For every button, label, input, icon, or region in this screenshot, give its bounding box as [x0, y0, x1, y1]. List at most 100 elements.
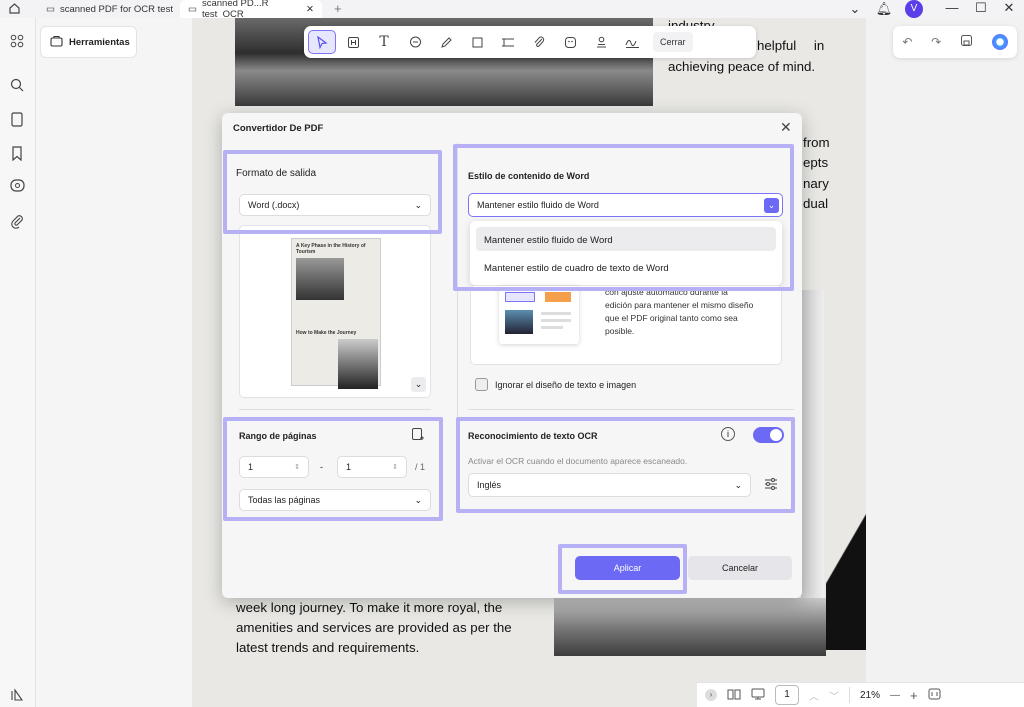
text-tool-icon[interactable]: T	[370, 30, 398, 54]
preview-eiffel-image	[338, 339, 378, 389]
zoom-out-icon[interactable]: —	[890, 690, 900, 701]
pen-tool-icon[interactable]	[432, 30, 460, 54]
title-bar: ▭ scanned PDF for OCR test ▭ scanned PD.…	[0, 0, 1024, 20]
attachment-icon[interactable]	[10, 214, 26, 230]
dialog-title: Convertidor De PDF	[233, 123, 324, 134]
close-icon[interactable]: ✕	[780, 119, 792, 136]
fit-page-icon[interactable]	[928, 688, 941, 703]
maximize-icon[interactable]: ☐	[972, 0, 990, 16]
chevron-down-icon[interactable]: ﹀	[829, 688, 839, 703]
style-description-card: con ajuste automático durante la edición…	[470, 285, 782, 365]
preview-car-image	[296, 258, 344, 300]
preview-subheading: How to Make the Journey	[296, 330, 357, 336]
home-icon[interactable]	[8, 2, 21, 18]
left-icon-bar	[0, 18, 36, 707]
bookmark-icon[interactable]	[10, 146, 26, 162]
photo-shadow	[826, 470, 866, 650]
illustration-image-block	[545, 292, 571, 302]
cancel-button[interactable]: Cancelar	[688, 556, 792, 580]
description-line: edición para mantener el mismo diseño	[605, 300, 754, 310]
photo-edge	[801, 290, 824, 650]
tab-label: scanned PDF for OCR test	[59, 3, 173, 15]
reading-mode-icon[interactable]	[727, 688, 741, 703]
redo-icon[interactable]: ↷	[931, 35, 941, 49]
close-window-icon[interactable]: ✕	[1000, 0, 1018, 16]
tab-scanned-ocr[interactable]: ▭ scanned PD...R test_OCR ✕	[180, 0, 322, 20]
style-illustration	[499, 286, 579, 344]
bell-icon[interactable]: 🔔︎	[875, 1, 893, 17]
right-toolbar: ↶ ↷	[893, 26, 1017, 58]
style-description: con ajuste automático durante la edición…	[605, 286, 775, 338]
document-icon: ▭	[46, 3, 55, 15]
tab-label: scanned PD...R test_OCR	[201, 0, 269, 20]
description-line: posible.	[605, 326, 635, 336]
ai-assistant-icon[interactable]	[991, 34, 1008, 50]
doc-text-line: amenities and services are provided as p…	[236, 620, 512, 635]
page-icon[interactable]	[10, 112, 26, 128]
zoom-level[interactable]: 21%	[860, 690, 880, 701]
chevron-down-icon[interactable]: ⌄	[846, 1, 864, 17]
divider	[849, 687, 850, 703]
chevron-up-icon[interactable]: ︿	[809, 688, 819, 703]
undo-icon[interactable]: ↶	[902, 35, 912, 49]
doc-text-line: helpful in	[757, 38, 825, 53]
doc-text-fragment: epts	[803, 155, 829, 170]
highlight-output-format	[223, 150, 442, 234]
avatar[interactable]: V	[905, 0, 923, 18]
close-tab-icon[interactable]: ✕	[306, 4, 314, 15]
description-line: que el PDF original tanto como sea	[605, 313, 738, 323]
ignore-layout-checkbox[interactable]	[475, 378, 488, 391]
illustration-line	[541, 312, 571, 315]
presentation-icon[interactable]	[751, 688, 765, 703]
status-bar: › 1 ︿ ﹀ 21% — +	[697, 682, 1024, 707]
highlight-word-style	[453, 144, 794, 291]
measure-tool-icon[interactable]	[494, 30, 522, 54]
illustration-photo	[505, 310, 533, 334]
illustration-line	[541, 326, 563, 329]
minimize-icon[interactable]: —	[943, 0, 961, 15]
highlight-tool-icon[interactable]	[339, 30, 367, 54]
doc-text-fragment: nary	[803, 176, 829, 191]
highlight-page-range	[223, 417, 443, 521]
ignore-layout-label: Ignorar el diseño de texto e imagen	[495, 380, 637, 390]
close-toolbar-button[interactable]: Cerrar	[653, 32, 693, 52]
signature-tool-icon[interactable]	[618, 30, 646, 54]
comment-tool-icon[interactable]	[401, 30, 429, 54]
save-icon[interactable]	[960, 34, 973, 50]
shape-tool-icon[interactable]	[463, 30, 491, 54]
new-tab-icon[interactable]: +	[334, 1, 342, 16]
preview-thumbnail: A Key Phase in the History of Tourism Ho…	[291, 238, 381, 389]
tools-button[interactable]: Herramientas	[40, 26, 137, 58]
sticker-tool-icon[interactable]	[556, 30, 584, 54]
tab-scanned-pdf[interactable]: ▭ scanned PDF for OCR test	[38, 0, 181, 18]
collapse-icon[interactable]: ›	[705, 689, 717, 701]
toolbox-icon	[50, 35, 63, 50]
stamp-tool-icon[interactable]	[587, 30, 615, 54]
preview-heading: A Key Phase in the History of Tourism	[296, 243, 366, 255]
illustration-text-block	[505, 292, 535, 302]
doc-text-line: week long journey. To make it more royal…	[236, 600, 503, 615]
illustration-line	[541, 319, 571, 322]
search-icon[interactable]	[10, 78, 26, 94]
zoom-in-icon[interactable]: +	[910, 688, 918, 703]
tools-label: Herramientas	[69, 36, 130, 48]
annotation-toolbar: T Cerrar	[304, 26, 756, 58]
grid-icon[interactable]	[10, 34, 26, 50]
pdf-converter-dialog: Convertidor De PDF ✕ Formato de salida W…	[222, 113, 802, 598]
highlight-apply	[558, 544, 687, 594]
page-number-input[interactable]: 1	[775, 685, 799, 705]
highlight-ocr	[456, 417, 795, 513]
divider	[468, 409, 794, 410]
doc-text-line: latest trends and requirements.	[236, 640, 420, 655]
attach-tool-icon[interactable]	[525, 30, 553, 54]
select-tool-icon[interactable]	[308, 30, 336, 54]
doc-text-fragment: from	[803, 135, 830, 150]
divider	[239, 409, 431, 410]
layers-icon[interactable]	[10, 688, 26, 704]
eiffel-photo	[554, 598, 826, 656]
document-icon: ▭	[188, 3, 197, 15]
doc-text-line: achieving peace of mind.	[668, 59, 816, 74]
preview-card: A Key Phase in the History of Tourism Ho…	[239, 225, 431, 398]
expand-preview-icon[interactable]: ⌄	[411, 377, 426, 392]
comment-search-icon[interactable]	[10, 179, 26, 195]
